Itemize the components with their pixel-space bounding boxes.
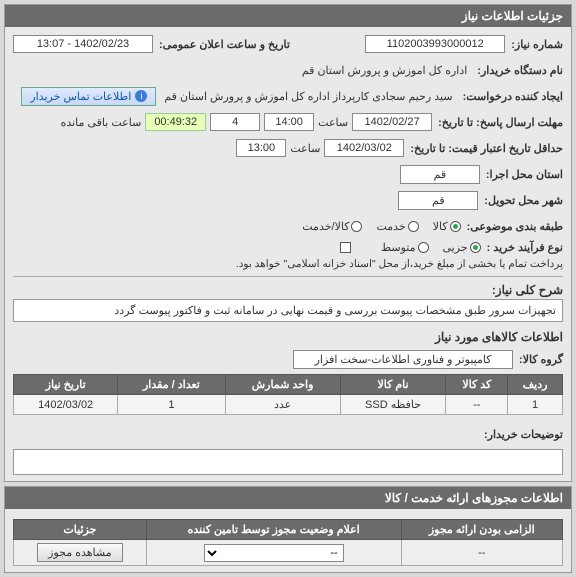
license-table: الزامی بودن ارائه مجوز اعلام وضعیت مجوز … (13, 519, 563, 566)
lic-col-status: اعلام وضعیت مجوز توسط تامین کننده (146, 520, 401, 540)
items-table: ردیف کد کالا نام کالا واحد شمارش تعداد /… (13, 374, 563, 415)
cell-code: -- (446, 395, 508, 415)
info-icon: i (135, 90, 147, 102)
exec-city-value: قم (400, 165, 480, 184)
cat-goods-service-radio[interactable] (351, 221, 362, 232)
deadline-date-value: 1402/02/27 (352, 113, 432, 131)
col-unit: واحد شمارش (225, 375, 340, 395)
col-date: تاریخ نیاز (14, 375, 118, 395)
deadline-time-value: 14:00 (264, 113, 314, 131)
need-number-label: شماره نیاز: (511, 38, 563, 51)
contact-buyer-button[interactable]: i اطلاعات تماس خریدار (21, 87, 156, 106)
cell-date: 1402/03/02 (14, 395, 118, 415)
min-valid-time-value: 13:00 (236, 139, 286, 157)
description-text: تجهیزات سرور طبق مشخصات پیوست بررسی و قی… (13, 299, 563, 322)
license-panel-title: اطلاعات مجوزهای ارائه خدمت / کالا (5, 487, 571, 509)
days-remain-value: 4 (210, 113, 260, 131)
category-label: طبقه بندی موضوعی: (467, 220, 563, 233)
items-title: اطلاعات کالاهای مورد نیاز (13, 330, 563, 344)
license-row: -- -- مشاهده مجوز (14, 540, 563, 566)
deadline-label: مهلت ارسال پاسخ: تا تاریخ: (438, 116, 563, 129)
items-header-row: ردیف کد کالا نام کالا واحد شمارش تعداد /… (14, 375, 563, 395)
group-value: کامپیوتر و فناوری اطلاعات-سخت افزار (293, 350, 513, 369)
table-row[interactable]: 1 -- حافظه SSD عدد 1 1402/03/02 (14, 395, 563, 415)
cat-service-label: خدمت (376, 220, 405, 233)
buyer-comment-label: توضیحات خریدار: (484, 428, 563, 441)
public-datetime-value: 1402/02/23 - 13:07 (13, 35, 153, 53)
cell-qty: 1 (118, 395, 225, 415)
requester-value: سید رحیم سجادی کارپرداز اداره کل اموزش و… (160, 88, 456, 105)
exec-city-label: استان محل اجرا: (486, 168, 563, 181)
public-datetime-label: تاریخ و ساعت اعلان عمومی: (159, 38, 290, 51)
time-label-1: ساعت (318, 116, 348, 129)
contact-buyer-label: اطلاعات تماس خریدار (30, 90, 131, 103)
deliver-city-value: قم (398, 191, 478, 210)
cat-service-radio[interactable] (408, 221, 419, 232)
process-medium-radio[interactable] (418, 242, 429, 253)
need-details-panel: جزئیات اطلاعات نیاز شماره نیاز: 11020039… (4, 4, 572, 482)
cat-goods-service-label: کالا/خدمت (302, 220, 349, 233)
lic-col-details: جزئیات (14, 520, 147, 540)
treasury-payment-checkbox[interactable] (340, 242, 351, 253)
lic-status-select[interactable]: -- (204, 544, 344, 562)
min-valid-date-value: 1402/03/02 (324, 139, 404, 157)
panel-title: جزئیات اطلاعات نیاز (5, 5, 571, 27)
buyer-comment-box (13, 449, 563, 475)
process-medium-label: متوسط (381, 241, 416, 254)
time-label-2: ساعت (290, 142, 320, 155)
cell-idx: 1 (508, 395, 563, 415)
cell-name: حافظه SSD (340, 395, 446, 415)
group-label: گروه کالا: (519, 353, 563, 366)
deliver-city-label: شهر محل تحویل: (484, 194, 563, 207)
license-header-row: الزامی بودن ارائه مجوز اعلام وضعیت مجوز … (14, 520, 563, 540)
process-label: نوع فرآیند خرید : (487, 241, 563, 254)
countdown-label: ساعت باقی مانده (61, 116, 142, 129)
payment-note: پرداخت تمام یا بخشی از مبلغ خرید،از محل … (236, 258, 563, 270)
cat-good-radio[interactable] (450, 221, 461, 232)
description-title: شرح کلی نیاز: (13, 283, 563, 297)
process-partial-radio[interactable] (470, 242, 481, 253)
requester-label: ایجاد کننده درخواست: (463, 90, 563, 103)
lic-col-required: الزامی بودن ارائه مجوز (401, 520, 562, 540)
min-valid-label: حداقل تاریخ اعتبار قیمت: تا تاریخ: (410, 142, 563, 155)
lic-required-value: -- (401, 540, 562, 566)
countdown-timer: 00:49:32 (145, 113, 206, 131)
col-name: نام کالا (340, 375, 446, 395)
buyer-org-value: اداره کل اموزش و پرورش استان قم (298, 62, 471, 79)
process-partial-label: جزیی (443, 241, 468, 254)
panel-body: شماره نیاز: 1102003993000012 تاریخ و ساع… (5, 27, 571, 481)
buyer-org-label: نام دستگاه خریدار: (477, 64, 563, 77)
view-license-button[interactable]: مشاهده مجوز (37, 543, 122, 562)
col-qty: تعداد / مقدار (118, 375, 225, 395)
cell-unit: عدد (225, 395, 340, 415)
col-row: ردیف (508, 375, 563, 395)
license-panel: اطلاعات مجوزهای ارائه خدمت / کالا الزامی… (4, 486, 572, 573)
col-code: کد کالا (446, 375, 508, 395)
cat-good-label: کالا (433, 220, 448, 233)
need-number-value: 1102003993000012 (365, 35, 505, 53)
